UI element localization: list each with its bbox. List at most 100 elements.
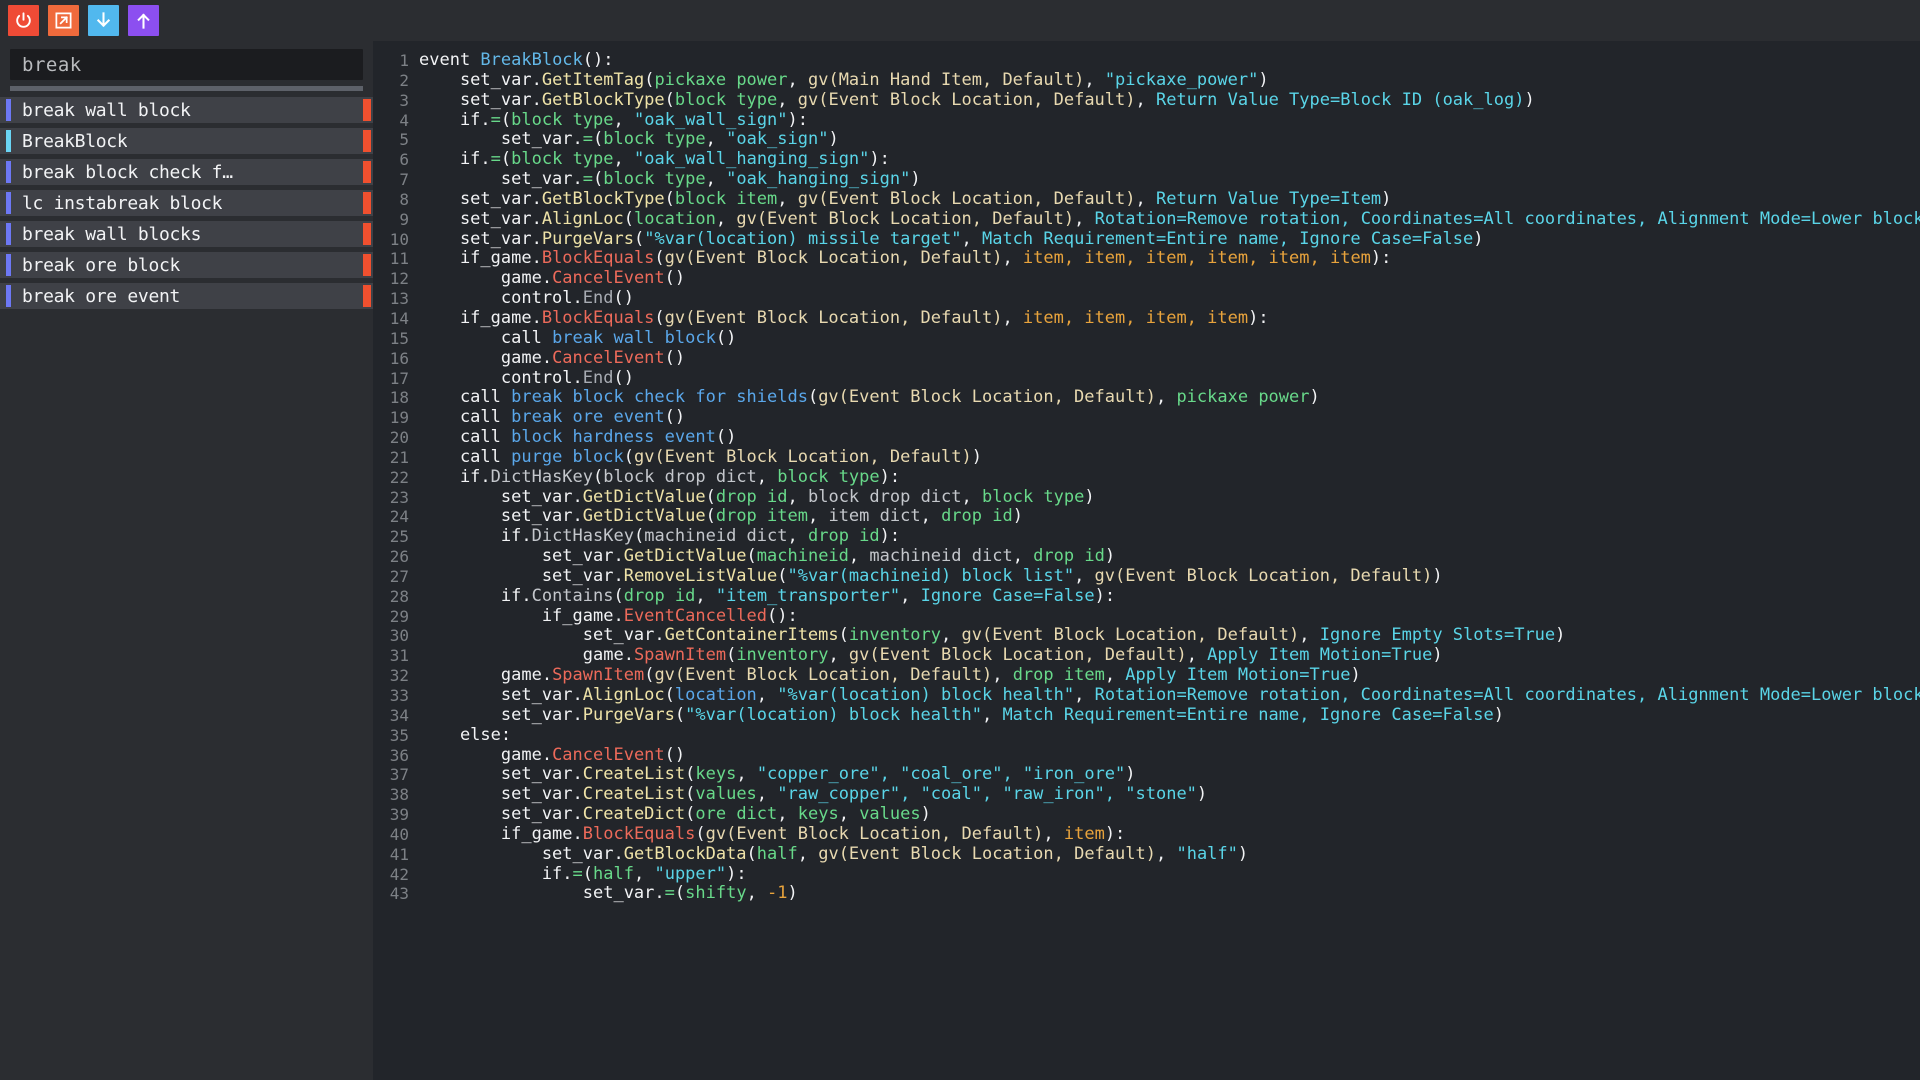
power-icon <box>14 11 33 30</box>
list-item[interactable]: break wall blocks <box>0 221 373 247</box>
code-token: AlignLoc <box>582 686 665 705</box>
code-token: set_var. <box>419 566 624 586</box>
code-token: ( <box>644 70 655 90</box>
code-token: Ignore Empty Slots=True <box>1319 626 1556 646</box>
code-token: "oak_wall_hanging_sign" <box>634 150 870 170</box>
line-number: 7 <box>399 170 409 190</box>
search-input[interactable] <box>10 49 363 80</box>
code-token: = <box>582 130 594 150</box>
code-token: () <box>664 408 686 428</box>
list-item-accent-bar <box>6 99 11 121</box>
line-number: 30 <box>389 626 409 646</box>
code-token: (): <box>582 51 614 70</box>
code-token: block item <box>674 189 778 209</box>
code-token: set_var. <box>419 547 624 567</box>
code-token: GetDictValue <box>623 547 747 567</box>
code-token: ( <box>674 705 686 725</box>
code-token: , <box>848 547 870 567</box>
export-button[interactable] <box>48 5 79 36</box>
code-token: "%var(machineid) block list" <box>787 566 1075 586</box>
list-item-flag-marker <box>363 99 371 121</box>
list-item[interactable]: BreakBlock <box>0 128 373 154</box>
list-item[interactable]: lc instabreak block <box>0 190 373 216</box>
code-token: , <box>756 785 778 805</box>
list-item[interactable]: break ore event <box>0 283 373 309</box>
code-token: ( <box>593 130 604 150</box>
code-token: Match Requirement=Entire name, Ignore Ca… <box>981 229 1474 249</box>
code-token: game. <box>419 348 553 368</box>
code-token: gv(Event Block Location, Default) <box>705 824 1044 844</box>
code-token: GetItemTag <box>541 70 645 90</box>
code-token: if. <box>419 467 491 487</box>
code-token: inventory <box>736 646 829 666</box>
code-token: ): <box>1248 308 1269 328</box>
code-token: AlignLoc <box>541 209 624 229</box>
line-number: 29 <box>389 606 409 626</box>
list-item[interactable]: break ore block <box>0 252 373 278</box>
code-token: ( <box>674 884 686 904</box>
line-number: 32 <box>389 666 409 686</box>
line-number: 41 <box>389 844 409 864</box>
code-token: call <box>419 447 512 467</box>
line-number: 9 <box>399 209 409 229</box>
code-editor[interactable]: 1 event BreakBlock(): 2 set_var.GetItemTag… <box>373 41 1920 1080</box>
code-token: drop id <box>1033 547 1105 567</box>
code-token: () <box>613 289 634 309</box>
code-line-text: set_var.GetItemTag(pickaxe power, gv(Mai… <box>419 71 1920 91</box>
code-token: -1 <box>767 884 788 904</box>
line-number: 23 <box>389 487 409 507</box>
code-token: , <box>961 229 982 249</box>
code-token: call <box>419 328 553 348</box>
code-line: 24 set_var.GetDictValue(drop item, item … <box>373 507 1920 527</box>
code-line-text: call block hardness event() <box>419 428 1920 448</box>
list-item[interactable]: break block check f… <box>0 159 373 185</box>
list-item[interactable]: break wall block <box>0 97 373 123</box>
code-line-text: set_var.AlignLoc(location, "%var(locatio… <box>419 686 1920 706</box>
code-token: set_var. <box>419 844 624 864</box>
code-token: gv(Event Block Location, Default) <box>1094 566 1433 586</box>
code-token: RemoveListValue <box>623 566 778 586</box>
code-token: ( <box>777 566 788 586</box>
code-line: 38 set_var.CreateList(values, "raw_coppe… <box>373 785 1920 805</box>
code-token: gv(Event Block Location, Default) <box>818 844 1156 864</box>
code-token: ): <box>879 527 901 547</box>
code-token: = <box>572 864 583 884</box>
code-token: gv(Event Block Location, Default) <box>664 308 1003 328</box>
search-container <box>0 41 373 80</box>
power-button[interactable] <box>8 5 39 36</box>
code-token: ( <box>654 308 665 328</box>
code-token: , <box>705 170 727 190</box>
code-token: , <box>777 805 798 825</box>
code-token: , <box>1002 249 1023 269</box>
code-token: ) <box>1350 666 1361 686</box>
upload-button[interactable] <box>128 5 159 36</box>
code-token: set_var. <box>419 229 542 249</box>
list-item-accent-bar <box>6 223 11 245</box>
code-token: shifty <box>685 884 747 904</box>
list-item-flag-marker <box>363 161 371 183</box>
code-line-text: event BreakBlock(): <box>419 51 1920 71</box>
code-token: SpawnItem <box>552 666 645 686</box>
code-token: = <box>490 150 501 170</box>
code-line-text: set_var.RemoveListValue("%var(machineid)… <box>419 567 1920 587</box>
code-token: gv(Main Hand Item, Default) <box>807 70 1085 90</box>
code-token: "copper_ore", "coal_ore", "iron_ore" <box>756 765 1126 785</box>
code-token: else: <box>419 725 512 745</box>
code-token: "%var(location) missile target" <box>644 229 962 249</box>
download-button[interactable] <box>88 5 119 36</box>
code-token: , <box>1012 547 1034 567</box>
export-icon <box>54 11 73 30</box>
code-token: GetDictValue <box>582 507 706 527</box>
code-line-text: call purge block(gv(Event Block Location… <box>419 448 1920 468</box>
code-token: , <box>961 487 982 507</box>
code-token: ( <box>664 189 675 209</box>
code-token: set_var. <box>419 487 583 507</box>
code-line: 26 set_var.GetDictValue(machineid, machi… <box>373 547 1920 567</box>
code-token: BlockEquals <box>541 308 655 328</box>
code-token: , <box>756 467 778 487</box>
line-number: 27 <box>389 566 409 586</box>
code-token: game. <box>419 745 553 765</box>
code-line: 25 if.DictHasKey(machineid dict, drop id… <box>373 527 1920 547</box>
code-token: if_game. <box>419 606 624 626</box>
code-token: BlockEquals <box>582 824 696 844</box>
